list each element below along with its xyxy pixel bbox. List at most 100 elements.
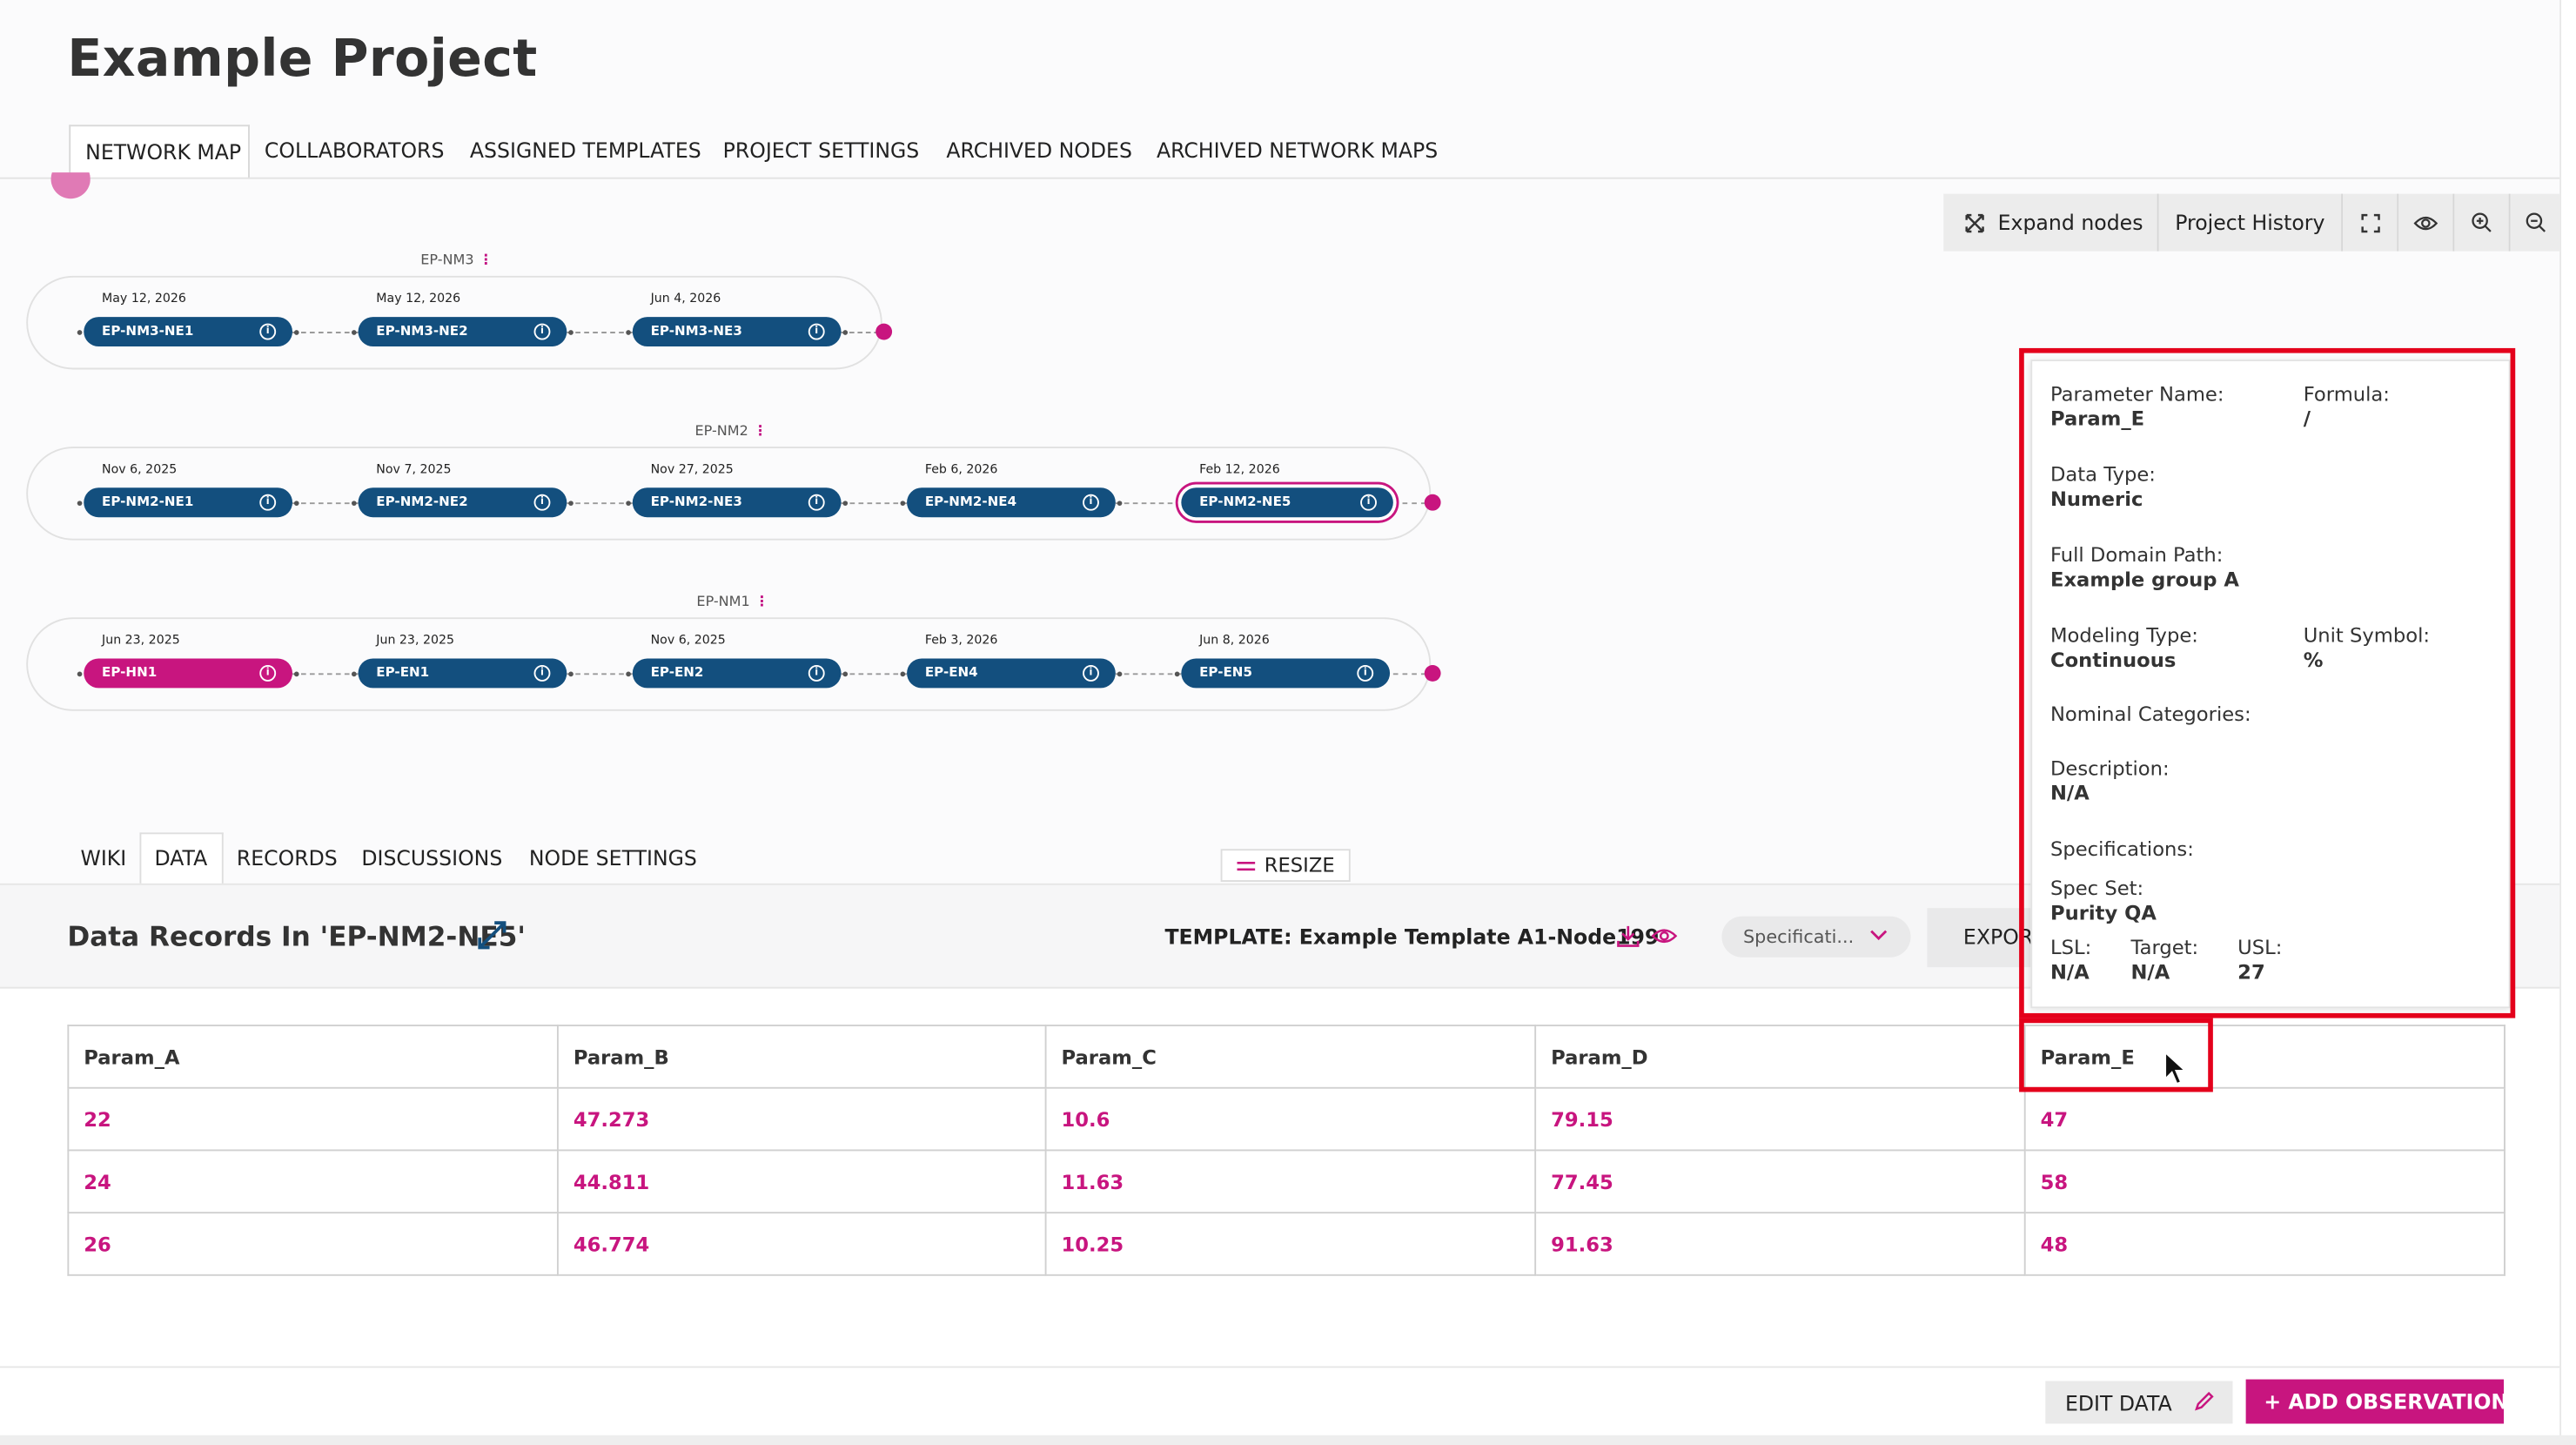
table-cell[interactable]: 79.15 [1534, 1086, 2026, 1152]
node-date: Nov 27, 2025 [650, 461, 734, 477]
tab-archived-nodes[interactable]: ARCHIVED NODES [946, 138, 1132, 162]
tab-collaborators[interactable]: COLLABORATORS [265, 138, 445, 162]
tab-project-settings[interactable]: PROJECT SETTINGS [723, 138, 920, 162]
zoom-out-button[interactable] [2510, 193, 2560, 252]
pencil-icon [2195, 1391, 2214, 1411]
info-icon[interactable]: i [1357, 664, 1374, 682]
node-date: May 12, 2026 [102, 290, 186, 306]
network-node[interactable]: EP-NM3-NE1 i [84, 317, 293, 347]
user-avatar[interactable] [50, 172, 91, 205]
tab-assigned-templates[interactable]: ASSIGNED TEMPLATES [470, 138, 701, 162]
table-cell[interactable]: 24 [67, 1149, 559, 1214]
resize-handle[interactable]: RESIZE [1220, 849, 1351, 882]
subtab-data[interactable]: DATA [154, 845, 207, 870]
table-cell[interactable]: 47 [2023, 1086, 2506, 1152]
tab-archived-network-maps[interactable]: ARCHIVED NETWORK MAPS [1157, 138, 1438, 162]
window-bottom-edge [0, 1435, 2576, 1445]
info-icon[interactable]: i [1360, 494, 1377, 511]
info-icon[interactable]: i [1083, 494, 1099, 511]
table-cell[interactable]: 77.45 [1534, 1149, 2026, 1214]
info-icon[interactable]: i [259, 323, 277, 340]
add-node-dot[interactable] [1424, 664, 1441, 682]
network-node[interactable]: EP-EN1 i [358, 658, 567, 689]
info-icon[interactable]: i [808, 494, 825, 511]
more-options-icon[interactable]: ⋮ [755, 595, 768, 611]
info-icon[interactable]: i [259, 494, 277, 511]
subtab-records[interactable]: RECORDS [237, 845, 338, 870]
add-node-dot[interactable] [1424, 494, 1441, 511]
more-options-icon[interactable]: ⋮ [479, 253, 493, 270]
add-node-dot[interactable] [875, 323, 893, 340]
edit-data-button[interactable]: EDIT DATA [2045, 1381, 2233, 1424]
node-connector [567, 332, 633, 333]
edit-data-label: EDIT DATA [2064, 1390, 2172, 1416]
connector-dot [842, 501, 849, 507]
subtab-discussions[interactable]: DISCUSSIONS [361, 845, 502, 870]
network-node-selected[interactable]: EP-NM2-NE5 i [1181, 487, 1393, 518]
table-cell[interactable]: 47.273 [556, 1086, 1047, 1152]
column-header-param-c[interactable]: Param_C [1044, 1025, 1537, 1089]
drag-handle-icon [1236, 861, 1255, 870]
info-icon[interactable]: i [533, 323, 551, 340]
more-options-icon[interactable]: ⋮ [754, 424, 768, 440]
connector-dot [842, 330, 849, 335]
table-cell[interactable]: 22 [67, 1086, 559, 1152]
column-header-param-a[interactable]: Param_A [67, 1025, 559, 1089]
table-cell[interactable]: 10.6 [1044, 1086, 1537, 1152]
connector-dot [626, 330, 631, 335]
network-node[interactable]: EP-NM3-NE2 i [358, 317, 567, 347]
network-node[interactable]: EP-EN4 i [907, 658, 1116, 689]
column-header-param-b[interactable]: Param_B [556, 1025, 1047, 1089]
network-node[interactable]: EP-EN2 i [632, 658, 842, 689]
table-cell[interactable]: 91.63 [1534, 1212, 2026, 1276]
download-icon[interactable] [1617, 924, 1640, 947]
table-cell[interactable]: 10.25 [1044, 1212, 1537, 1276]
node-connector [1115, 502, 1182, 505]
subtab-node-settings[interactable]: NODE SETTINGS [529, 845, 697, 870]
table-cell[interactable]: 46.774 [556, 1212, 1047, 1276]
info-icon[interactable]: i [808, 664, 825, 682]
preview-eye-icon[interactable] [1651, 926, 1678, 946]
network-node[interactable]: EP-EN5 i [1181, 658, 1391, 689]
network-node[interactable]: EP-HN1 i [84, 658, 293, 689]
tab-network-map[interactable]: NETWORK MAP [69, 124, 250, 179]
node-date: Nov 7, 2025 [376, 461, 452, 477]
network-map-title[interactable]: EP-NM3 ⋮ [420, 253, 493, 270]
data-records-title-text: Data Records In 'EP-NM2-NE5' [67, 921, 526, 953]
expand-nodes-button[interactable]: Expand nodes [1943, 193, 2159, 252]
node-date: Jun 4, 2026 [650, 290, 721, 306]
subtab-wiki[interactable]: WIKI [81, 845, 127, 870]
info-icon[interactable]: i [808, 323, 825, 340]
zoom-in-button[interactable] [2454, 193, 2509, 252]
table-cell[interactable]: 58 [2023, 1149, 2506, 1214]
network-map-title[interactable]: EP-NM2 ⋮ [695, 424, 768, 440]
table-cell[interactable]: 48 [2023, 1212, 2506, 1276]
add-observation-button[interactable]: + ADD OBSERVATION [2245, 1379, 2508, 1424]
page-title: Example Project [67, 29, 538, 89]
table-cell[interactable]: 11.63 [1044, 1149, 1537, 1214]
info-icon[interactable]: i [1083, 664, 1099, 682]
expand-arrows-icon[interactable] [476, 919, 507, 951]
network-node[interactable]: EP-NM2-NE3 i [632, 487, 842, 518]
table-cell[interactable]: 44.811 [556, 1149, 1047, 1214]
connector-dot [77, 671, 83, 677]
project-history-button[interactable]: Project History [2158, 193, 2342, 252]
info-icon[interactable]: i [259, 664, 277, 682]
info-icon[interactable]: i [533, 494, 551, 511]
column-header-param-d[interactable]: Param_D [1534, 1025, 2026, 1089]
table-cell[interactable]: 26 [67, 1212, 559, 1276]
connector-dot [293, 330, 299, 335]
specification-select[interactable]: Specificati... [1721, 916, 1911, 958]
info-icon[interactable]: i [533, 664, 551, 682]
fullscreen-button[interactable] [2343, 193, 2398, 252]
connector-dot [351, 330, 357, 335]
node-label: EP-HN1 [102, 664, 158, 680]
node-label: EP-EN4 [924, 664, 978, 680]
visibility-button[interactable] [2398, 193, 2453, 252]
network-node[interactable]: EP-NM2-NE2 i [358, 487, 567, 518]
network-map-title[interactable]: EP-NM1 ⋮ [696, 595, 768, 611]
table-row: 26 46.774 10.25 91.63 48 [67, 1212, 2506, 1276]
network-node[interactable]: EP-NM2-NE4 i [907, 487, 1116, 518]
network-node[interactable]: EP-NM2-NE1 i [84, 487, 293, 518]
network-node[interactable]: EP-NM3-NE3 i [632, 317, 842, 347]
